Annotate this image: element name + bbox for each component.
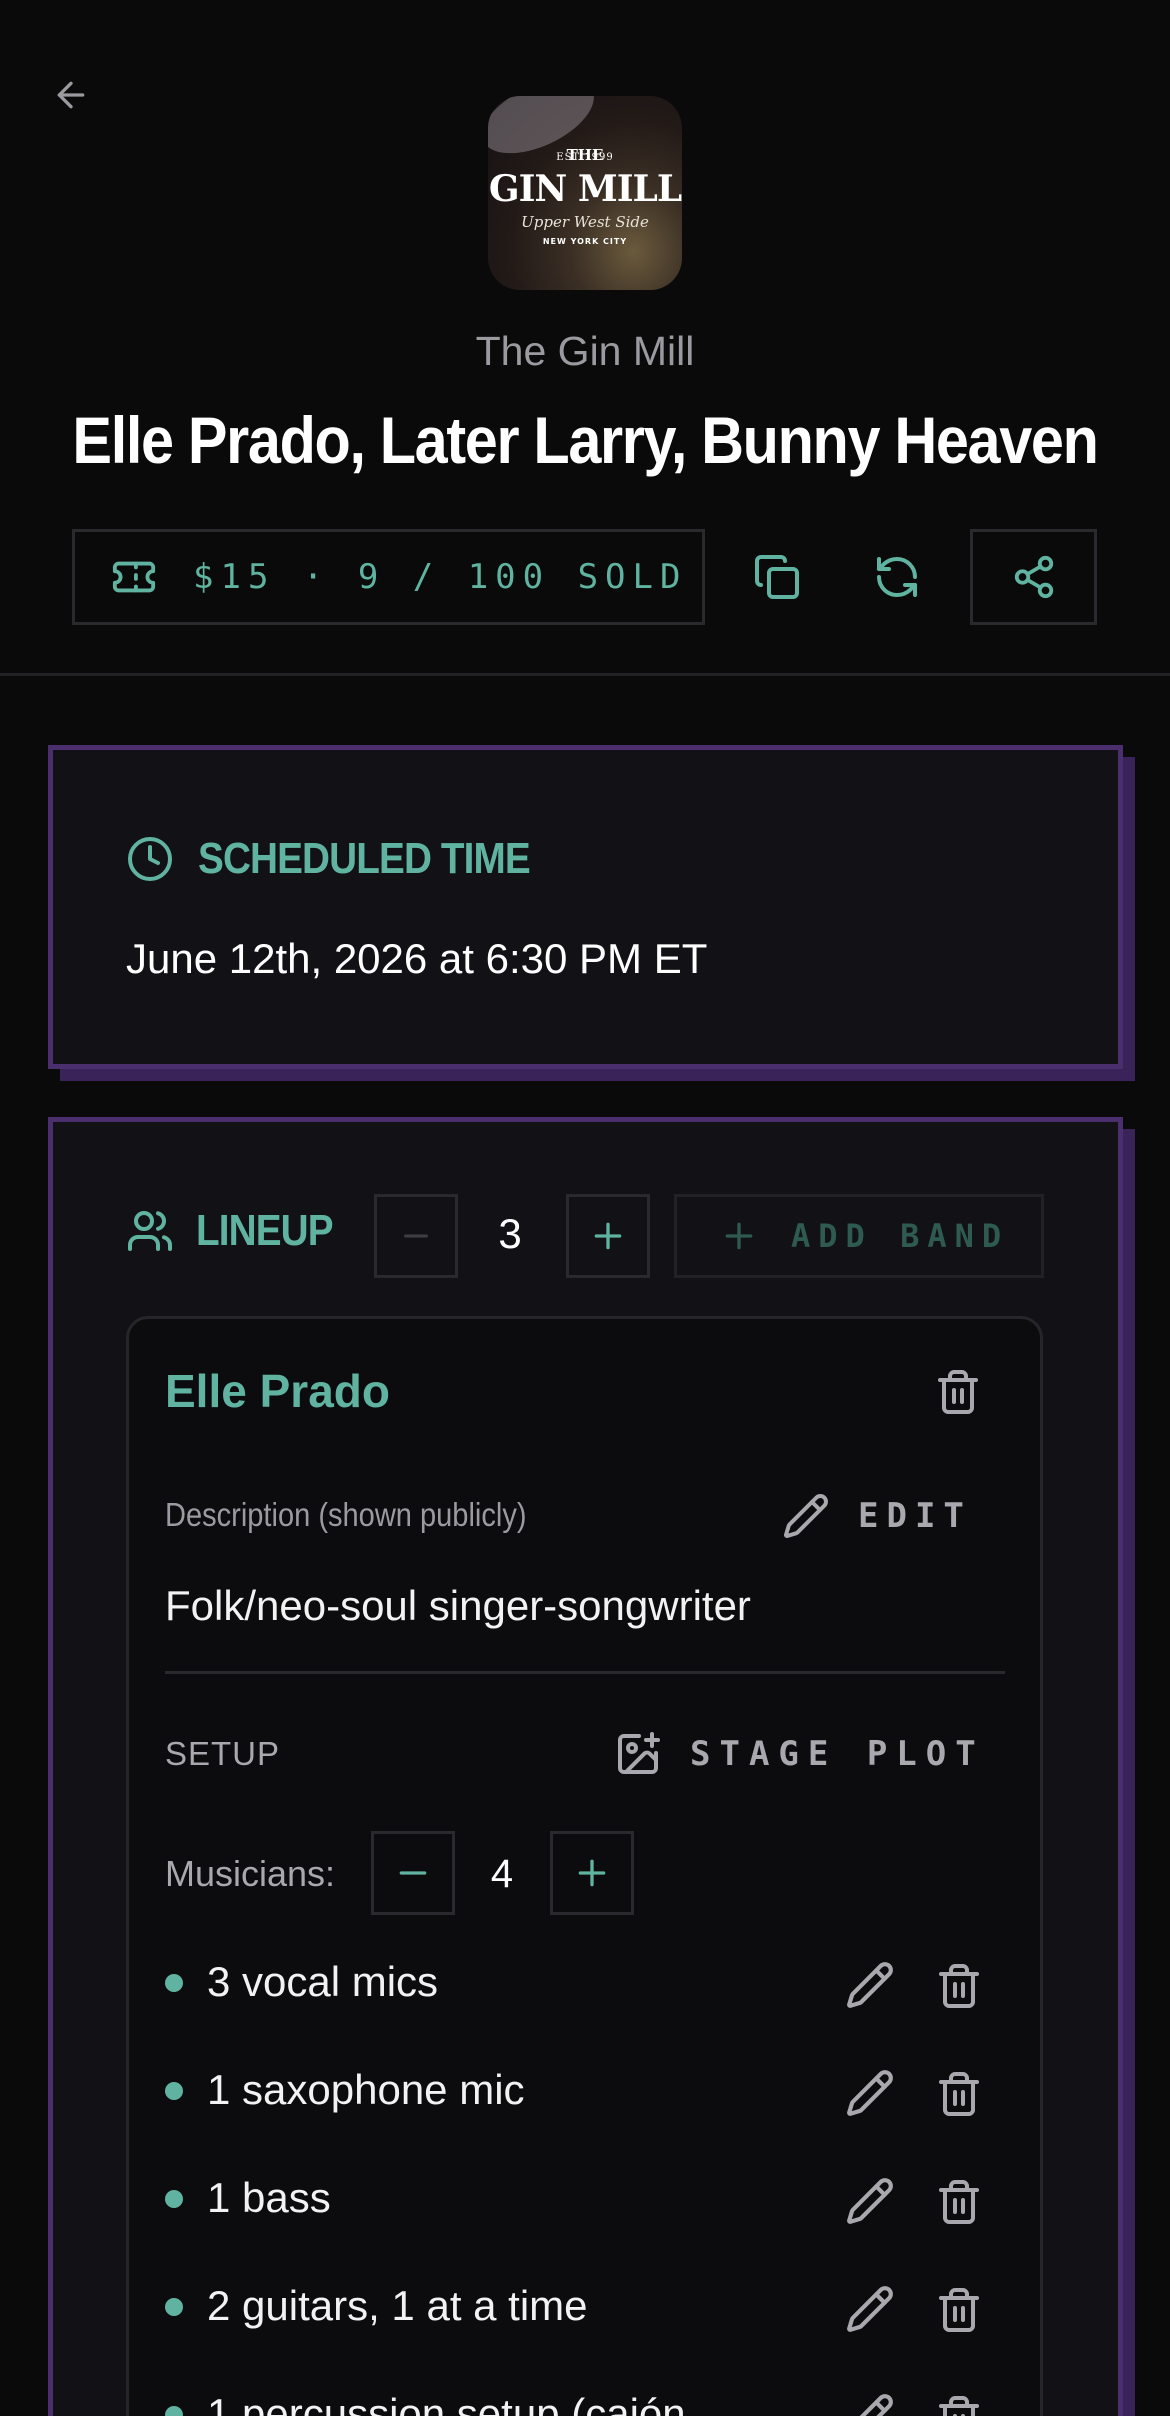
minus-icon bbox=[404, 1234, 428, 1238]
share-button[interactable] bbox=[970, 529, 1097, 625]
venue-logo-text: GIN MILL bbox=[488, 168, 682, 210]
lineup-count: 3 bbox=[498, 1210, 522, 1257]
venue-logo-script: Upper West Side bbox=[521, 213, 649, 231]
edit-setup-item-button[interactable] bbox=[845, 2176, 901, 2232]
venue-logo-city: NEW YORK CITY bbox=[542, 237, 628, 246]
lineup-decrement-button[interactable] bbox=[374, 1194, 458, 1278]
copy-icon bbox=[755, 555, 799, 599]
delete-setup-item-button[interactable] bbox=[935, 2068, 991, 2128]
ticket-summary-label: $15 · 9 / 100 SOLD bbox=[193, 557, 688, 597]
band-name[interactable]: Elle Prado bbox=[165, 1364, 390, 1418]
users-icon bbox=[128, 1211, 172, 1251]
pencil-icon bbox=[847, 2286, 893, 2332]
header-divider bbox=[0, 673, 1170, 676]
description-label: Description (shown publicly) bbox=[165, 1496, 527, 1533]
bullet-dot bbox=[165, 2082, 183, 2100]
pencil-icon bbox=[847, 2070, 893, 2116]
venue-logo-the: THE bbox=[566, 146, 604, 164]
trash-icon bbox=[939, 2396, 979, 2416]
setup-item: 1 bass bbox=[165, 2168, 995, 2228]
setup-label: SETUP bbox=[165, 1735, 281, 1772]
lineup-header: LINEUP bbox=[126, 1206, 351, 1256]
setup-item: 2 guitars, 1 at a time bbox=[165, 2276, 995, 2336]
trash-icon bbox=[939, 2072, 979, 2116]
setup-item: 3 vocal mics bbox=[165, 1952, 995, 2012]
pencil-icon bbox=[859, 2394, 893, 2416]
refresh-icon bbox=[877, 557, 917, 597]
lineup-increment-button[interactable] bbox=[566, 1194, 650, 1278]
add-band-button[interactable]: ADD BAND bbox=[674, 1194, 1044, 1278]
band-card-divider bbox=[165, 1671, 1005, 1674]
band-description: Folk/neo-soul singer-songwriter bbox=[165, 1582, 751, 1629]
minus-icon bbox=[399, 1871, 427, 1875]
image-plus-icon bbox=[618, 1732, 660, 1774]
delete-setup-item-button[interactable] bbox=[935, 2392, 991, 2416]
musicians-increment-button[interactable] bbox=[550, 1831, 634, 1915]
setup-item-text: 1 saxophone mic bbox=[207, 2066, 525, 2113]
share-icon bbox=[1014, 555, 1053, 599]
clock-icon bbox=[128, 837, 172, 881]
bullet-dot bbox=[165, 2298, 183, 2316]
copy-button[interactable] bbox=[740, 545, 814, 609]
edit-setup-item-button[interactable] bbox=[845, 2284, 901, 2340]
lineup-label: LINEUP bbox=[196, 1206, 334, 1255]
pencil-icon bbox=[784, 1494, 828, 1538]
trash-icon bbox=[939, 2288, 979, 2332]
ticket-summary-button[interactable]: $15 · 9 / 100 SOLD bbox=[72, 529, 705, 625]
scheduled-time-label: SCHEDULED TIME bbox=[198, 834, 531, 883]
edit-setup-item-button[interactable] bbox=[845, 1960, 901, 2016]
pencil-icon bbox=[847, 1962, 893, 2008]
plus-icon bbox=[725, 1222, 753, 1250]
scheduled-time-value: June 12th, 2026 at 6:30 PM ET bbox=[126, 935, 708, 982]
setup-item: 1 saxophone mic bbox=[165, 2060, 995, 2120]
arrow-left-icon bbox=[57, 81, 85, 109]
venue-logo: EST 1999 THE GIN MILL Upper West Side NE… bbox=[488, 96, 682, 290]
edit-setup-item-button[interactable] bbox=[845, 2392, 901, 2416]
bullet-dot bbox=[165, 2190, 183, 2208]
scheduled-time-header: SCHEDULED TIME bbox=[126, 834, 575, 884]
refresh-button[interactable] bbox=[860, 545, 934, 609]
plus-icon bbox=[594, 1222, 622, 1250]
back-button[interactable] bbox=[46, 70, 96, 120]
ticket-icon bbox=[112, 561, 156, 593]
trash-icon bbox=[939, 2180, 979, 2224]
scheduled-time-card bbox=[48, 745, 1123, 1069]
event-title: Elle Prado, Later Larry, Bunny Heaven bbox=[72, 403, 1098, 477]
delete-setup-item-button[interactable] bbox=[935, 2176, 991, 2236]
venue-name: The Gin Mill bbox=[475, 328, 695, 374]
setup-item-text: 1 percussion setup (cajón bbox=[207, 2390, 686, 2416]
edit-label: EDIT bbox=[858, 1496, 972, 1536]
add-band-label: ADD BAND bbox=[791, 1217, 1010, 1255]
setup-item: 1 percussion setup (cajón bbox=[165, 2384, 995, 2416]
edit-description-button[interactable]: EDIT bbox=[782, 1484, 972, 1548]
setup-item-text: 3 vocal mics bbox=[207, 1958, 439, 2005]
trash-icon bbox=[939, 1964, 979, 2008]
bullet-dot bbox=[165, 1974, 183, 1992]
delete-setup-item-button[interactable] bbox=[935, 1960, 991, 2020]
delete-band-button[interactable] bbox=[934, 1366, 992, 1426]
delete-setup-item-button[interactable] bbox=[935, 2284, 991, 2344]
setup-item-text: 1 bass bbox=[207, 2174, 331, 2221]
trash-icon bbox=[938, 1370, 978, 1414]
pencil-icon bbox=[847, 2178, 893, 2224]
bullet-dot bbox=[165, 2406, 183, 2416]
musicians-decrement-button[interactable] bbox=[371, 1831, 455, 1915]
plus-icon bbox=[578, 1859, 606, 1887]
musicians-count: 4 bbox=[490, 1852, 514, 1896]
edit-setup-item-button[interactable] bbox=[845, 2068, 901, 2124]
stage-plot-label: STAGE PLOT bbox=[690, 1734, 985, 1774]
musicians-label: Musicians: bbox=[165, 1853, 336, 1894]
setup-item-text: 2 guitars, 1 at a time bbox=[207, 2282, 588, 2329]
stage-plot-button[interactable]: STAGE PLOT bbox=[614, 1724, 985, 1784]
